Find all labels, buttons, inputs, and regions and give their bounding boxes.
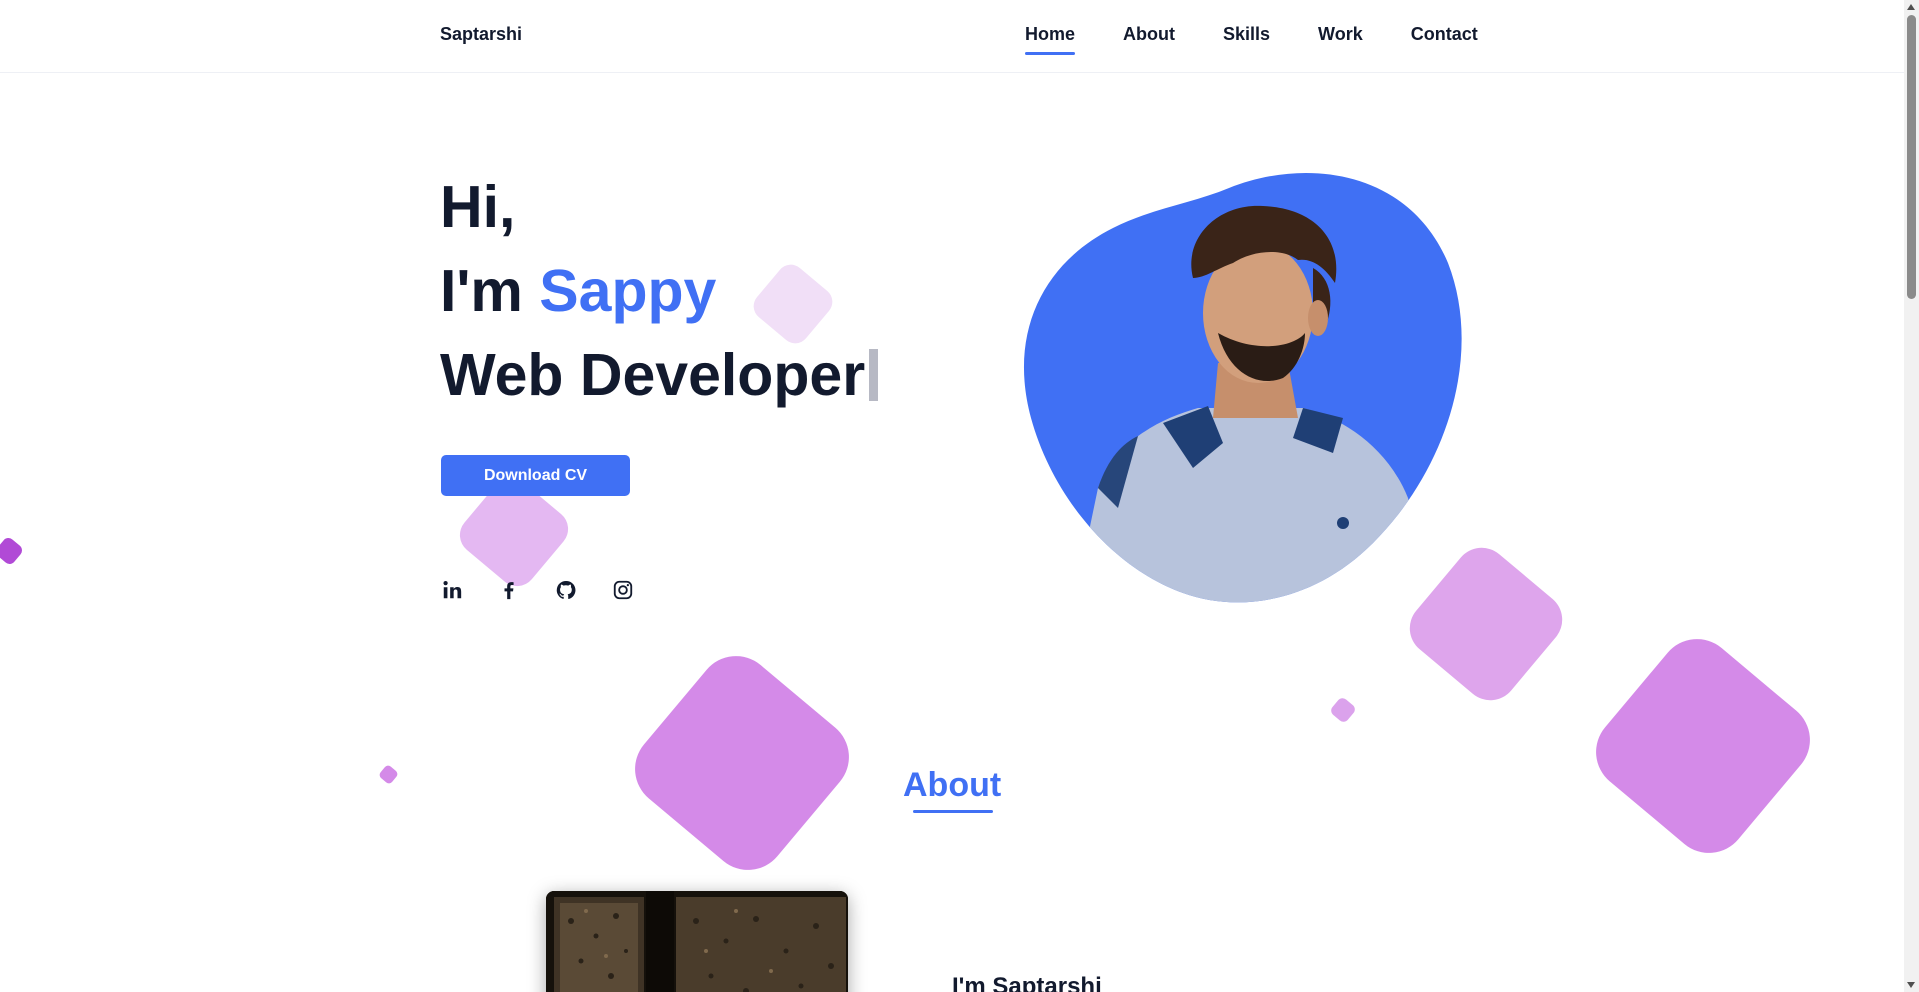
about-subtitle: I'm Saptarshi <box>952 973 1102 992</box>
hero-greeting: Hi, <box>440 174 516 240</box>
nav-work[interactable]: Work <box>1318 24 1363 55</box>
linkedin-icon <box>441 579 463 606</box>
hero-title: Hi, I'm Sappy Web Developer <box>440 165 879 417</box>
decorative-shape <box>1580 623 1826 869</box>
decorative-shape <box>1328 695 1358 725</box>
hero-intro-line: I'm Sappy <box>440 249 878 333</box>
main-nav: Home About Skills Work Contact <box>1025 24 1478 55</box>
hero-role: Web Developer <box>440 342 866 408</box>
hero-intro-prefix: I'm <box>440 258 540 324</box>
scroll-thumb[interactable] <box>1907 15 1916 299</box>
nav-about[interactable]: About <box>1123 24 1175 55</box>
about-heading: About <box>903 766 1002 804</box>
nav-contact[interactable]: Contact <box>1411 24 1478 55</box>
github-icon <box>555 579 577 606</box>
about-underline <box>913 810 993 813</box>
facebook-icon <box>498 579 520 606</box>
scroll-up-arrow-icon[interactable] <box>1907 4 1915 10</box>
nav-skills[interactable]: Skills <box>1223 24 1270 55</box>
about-photo <box>546 891 848 992</box>
download-cv-button[interactable]: Download CV <box>441 455 630 496</box>
typing-cursor <box>869 349 879 401</box>
hero-role-line: Web Developer <box>440 333 879 417</box>
decorative-shape <box>377 763 400 786</box>
nav-home[interactable]: Home <box>1025 24 1076 55</box>
site-logo[interactable]: Saptarshi <box>440 24 522 45</box>
portfolio-page: Saptarshi Home About Skills Work Contact… <box>0 0 1919 992</box>
scroll-down-arrow-icon[interactable] <box>1907 982 1915 988</box>
github-link[interactable] <box>554 580 578 604</box>
linkedin-link[interactable] <box>440 580 464 604</box>
facebook-link[interactable] <box>497 580 521 604</box>
decorative-shape <box>619 640 865 886</box>
profile-photo <box>1013 168 1465 608</box>
decorative-shape <box>0 535 25 567</box>
site-header: Saptarshi Home About Skills Work Contact <box>0 0 1904 73</box>
social-links <box>440 580 635 604</box>
page-scrollbar[interactable] <box>1904 0 1919 992</box>
hero-name: Sappy <box>539 258 717 324</box>
instagram-icon <box>612 579 634 606</box>
instagram-link[interactable] <box>611 580 635 604</box>
